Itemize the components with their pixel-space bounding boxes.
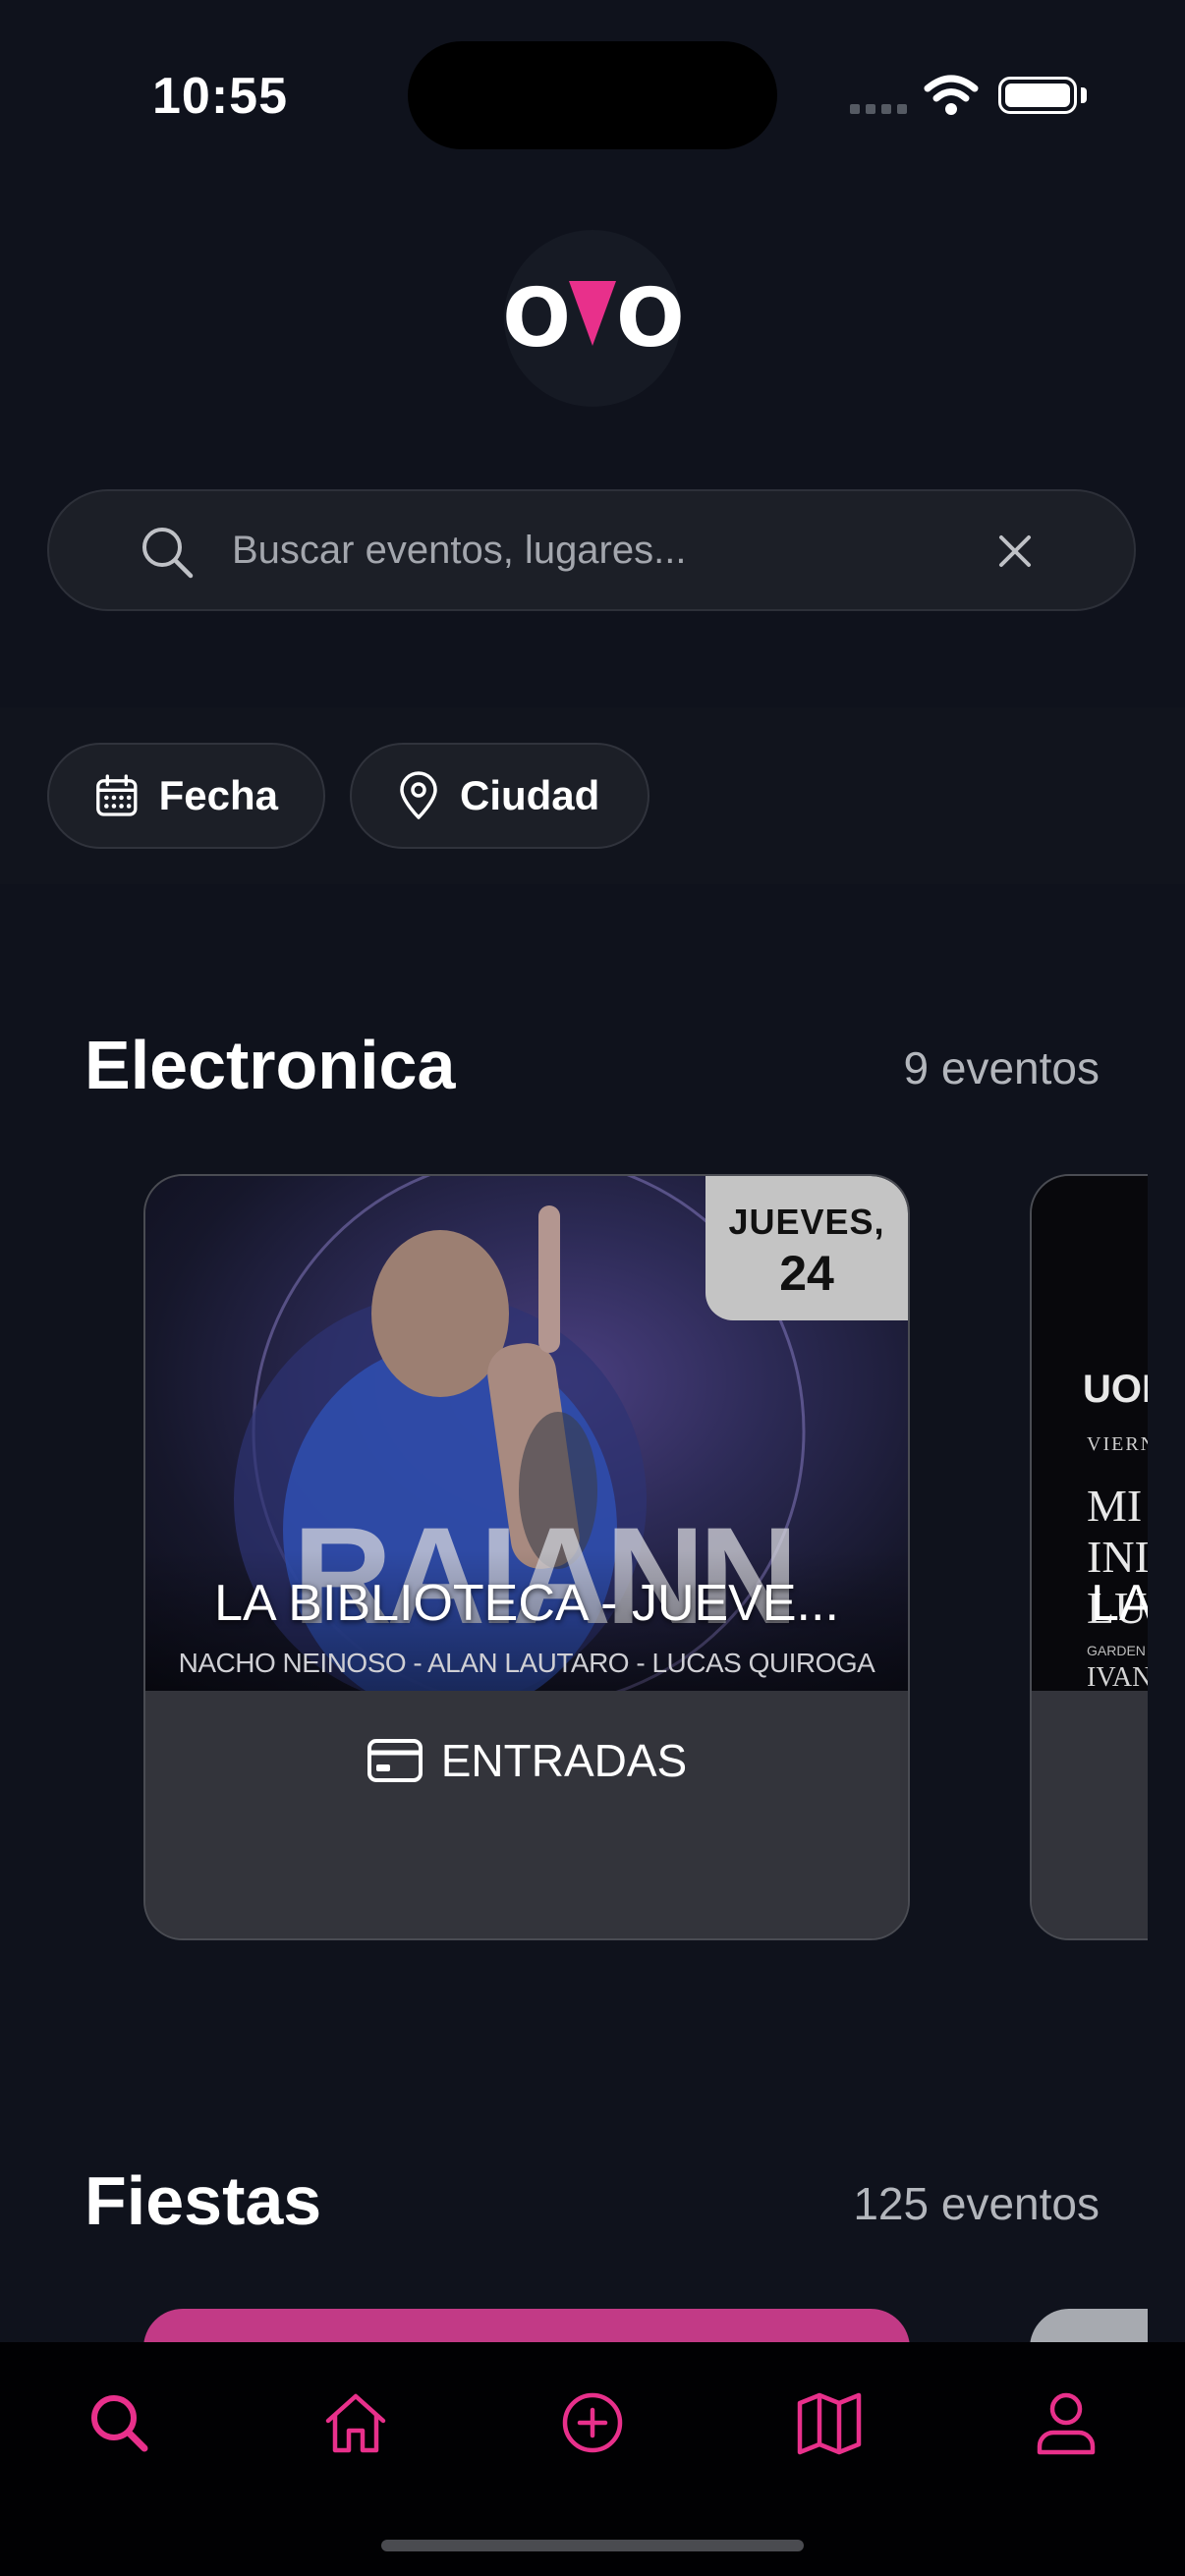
add-icon — [562, 2392, 623, 2453]
search-icon — [90, 2395, 148, 2452]
home-icon — [325, 2393, 386, 2453]
event-date-badge: JUEVES, 24 — [705, 1176, 908, 1320]
tab-search[interactable] — [0, 2342, 237, 2576]
event-title: LA BIBLIOTECA - JUEVE... — [214, 1575, 839, 1632]
poster-line: IVAN — [1087, 1662, 1148, 1693]
section-count-fiestas[interactable]: 125 eventos — [706, 2177, 1100, 2230]
event-card-footer — [145, 1691, 908, 1938]
event-card-footer — [1032, 1691, 1148, 1938]
section-title-fiestas: Fiestas — [85, 2162, 322, 2239]
poster-line: UOI — [1083, 1368, 1148, 1411]
event-subtitle: NACHO NEINOSO - ALAN LAUTARO - LUCAS QUI… — [178, 1648, 875, 1678]
event-date-number: 24 — [779, 1246, 834, 1301]
tickets-button[interactable]: ENTRADAS — [145, 1734, 908, 1787]
event-title: LA — [1091, 1575, 1148, 1632]
event-card[interactable]: RAIANN JUEVES, 24 LA BIBLIOTECA - JUEVE.… — [143, 1174, 910, 1940]
event-date-day: JUEVES, — [728, 1202, 885, 1242]
profile-icon — [1038, 2392, 1096, 2455]
credit-card-icon — [367, 1739, 423, 1782]
map-icon — [797, 2392, 862, 2455]
poster-line: VIERN — [1087, 1433, 1148, 1455]
tab-profile[interactable] — [948, 2342, 1185, 2576]
home-indicator — [381, 2540, 804, 2551]
poster-line: GARDEN — [1087, 1643, 1146, 1658]
poster-line: MI — [1087, 1481, 1143, 1531]
event-card[interactable]: UOI VIERN MI INI LU GARDEN IVAN LA — [1030, 1174, 1148, 1940]
tickets-button-label: ENTRADAS — [440, 1735, 688, 1786]
event-poster-image: UOI VIERN MI INI LU GARDEN IVAN LA — [1032, 1176, 1148, 1693]
